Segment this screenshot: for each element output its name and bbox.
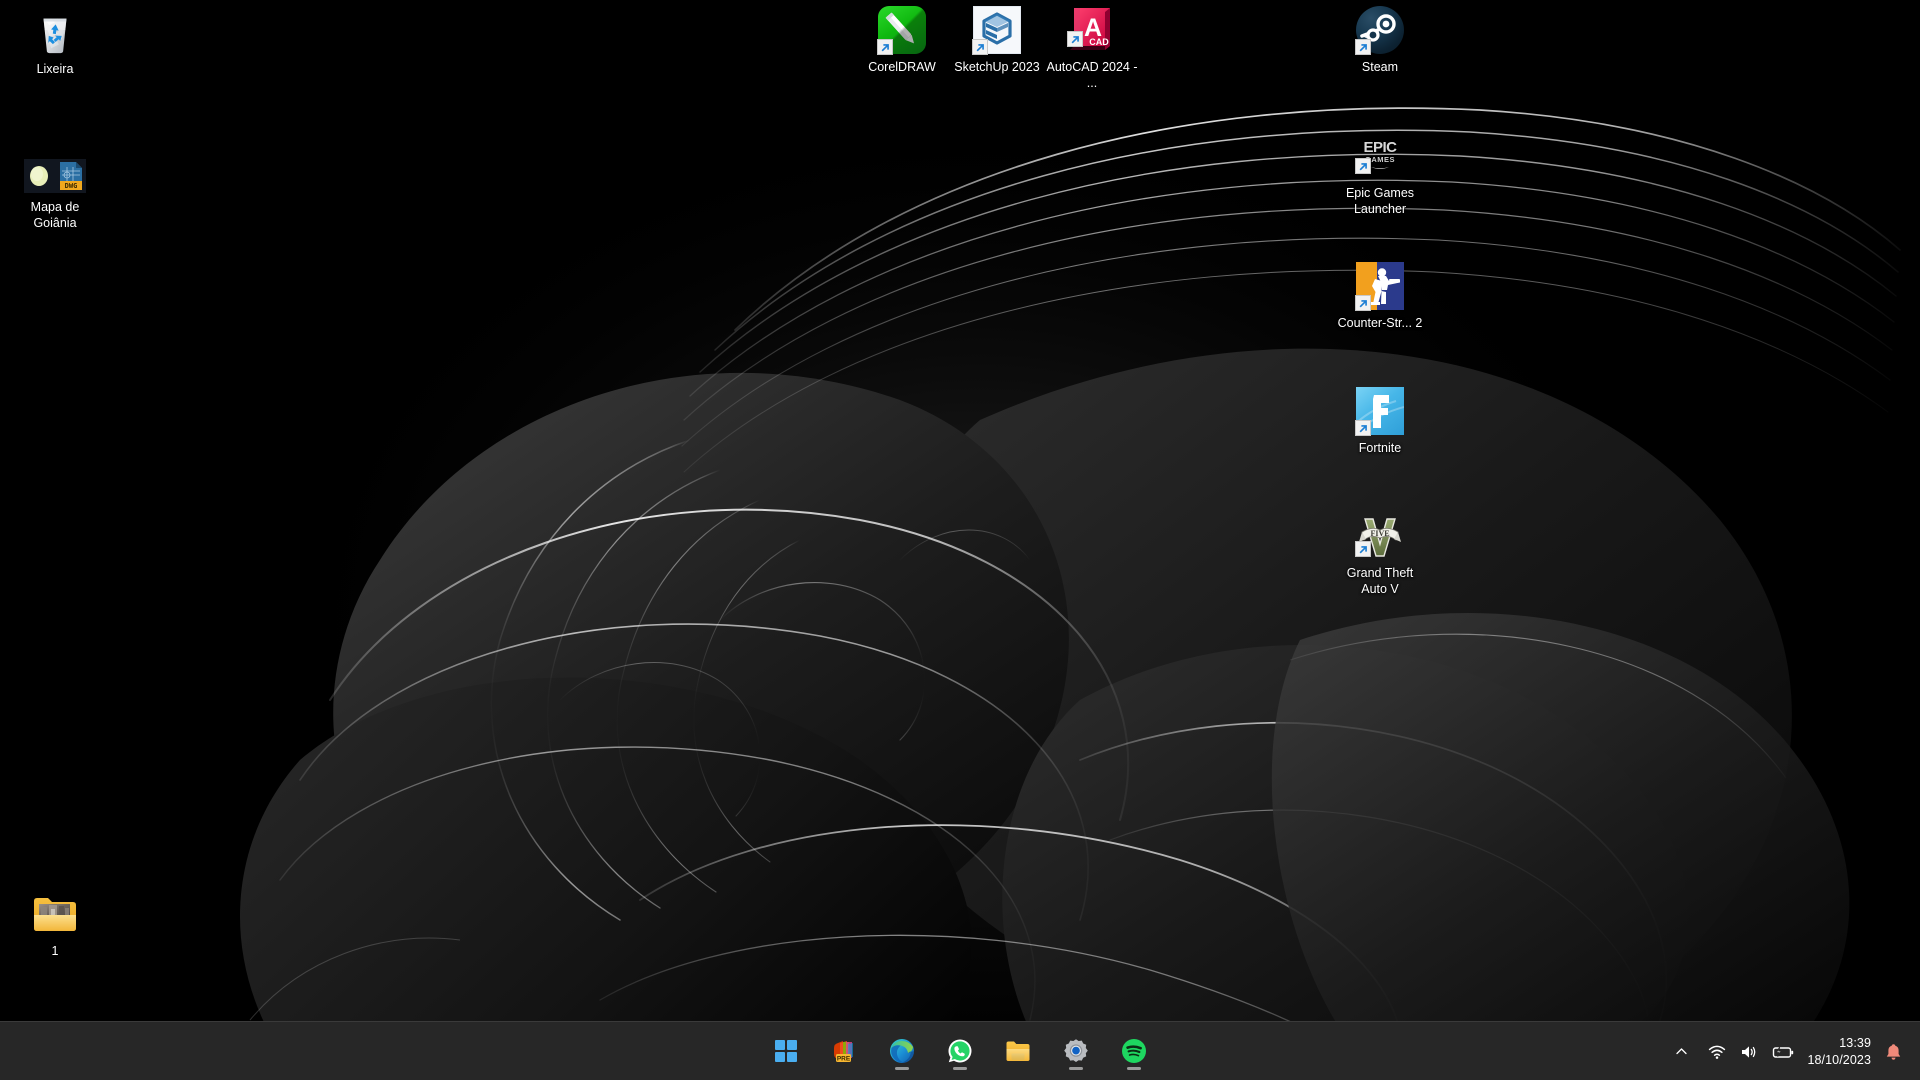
coreldraw-icon: [877, 6, 926, 55]
desktop-icon-recycle-bin[interactable]: Lixeira: [8, 8, 102, 77]
desktop-icon-label: Mapa de Goiânia: [30, 200, 80, 230]
tray-notifications-button[interactable]: [1881, 1030, 1912, 1074]
desktop-icon-label: AutoCAD 2024 - ...: [1046, 60, 1138, 90]
autocad-icon: A CAD: [1067, 6, 1116, 54]
desktop-icon-autocad-2024[interactable]: A CAD AutoCAD 2024 - ...: [1045, 6, 1139, 91]
taskbar-settings-button[interactable]: [1054, 1029, 1098, 1073]
shortcut-overlay-icon: [972, 39, 988, 55]
desktop-icon-label: Epic Games Launcher: [1345, 186, 1415, 216]
microsoft365-badge-label: PRE: [837, 1055, 851, 1062]
desktop-icon-label: Steam: [1361, 60, 1399, 74]
whatsapp-icon: [947, 1038, 973, 1064]
taskbar-spotify-button[interactable]: [1112, 1029, 1156, 1073]
desktop-wallpaper: [0, 0, 1920, 1080]
tray-volume-button[interactable]: [1733, 1030, 1765, 1074]
recycle-bin-icon: [31, 8, 79, 56]
wifi-icon: [1708, 1044, 1726, 1060]
spotify-icon: [1121, 1038, 1147, 1064]
fortnite-icon: [1355, 387, 1404, 436]
system-tray: 13:39 18/10/2023: [1667, 1022, 1920, 1080]
microsoft-edge-icon: [889, 1038, 915, 1064]
taskbar-running-indicator: [895, 1066, 909, 1070]
clock-time: 13:39: [1839, 1035, 1871, 1050]
desktop-icon-folder-1[interactable]: 1: [8, 890, 102, 959]
svg-text:EPIC: EPIC: [1363, 139, 1397, 156]
desktop-icon-epic-games[interactable]: EPIC GAMES Epic Games Launcher: [1333, 132, 1427, 217]
svg-text:DWG: DWG: [65, 182, 78, 190]
desktop-icon-fortnite[interactable]: Fortnite: [1333, 387, 1427, 456]
taskbar-file-explorer-button[interactable]: [996, 1029, 1040, 1073]
taskbar-running-indicator: [1127, 1066, 1141, 1070]
autocad-dwg-file-icon: DWG: [24, 158, 86, 194]
shortcut-overlay-icon: [1355, 420, 1371, 436]
volume-icon: [1740, 1044, 1758, 1060]
taskbar-microsoft365-button[interactable]: PRE: [822, 1029, 866, 1073]
notification-bell-icon: [1885, 1043, 1902, 1061]
desktop-icon-label: SketchUp 2023: [954, 60, 1040, 74]
desktop-icon-label: Lixeira: [36, 62, 74, 76]
shortcut-overlay-icon: [1355, 39, 1371, 55]
steam-icon: [1355, 6, 1404, 55]
desktop-icon-sketchup-2023[interactable]: SketchUp 2023: [950, 6, 1044, 75]
file-explorer-icon: [1005, 1038, 1031, 1064]
taskbar-clock[interactable]: 13:39 18/10/2023: [1801, 1030, 1881, 1074]
desktop-icon-counter-strike-2[interactable]: Counter-Str... 2: [1333, 262, 1427, 331]
shortcut-overlay-icon: [1355, 541, 1371, 557]
desktop-icon-steam[interactable]: Steam: [1333, 6, 1427, 75]
epic-games-icon: EPIC GAMES: [1355, 132, 1404, 180]
taskbar-running-indicator: [1069, 1066, 1083, 1070]
shortcut-overlay-icon: [1355, 295, 1371, 311]
tray-battery-button[interactable]: [1765, 1030, 1801, 1074]
desktop-icon-label: 1: [51, 944, 59, 958]
desktop-icon-coreldraw[interactable]: CorelDRAW: [855, 6, 949, 75]
battery-charging-icon: [1772, 1044, 1794, 1060]
taskbar-running-indicator: [953, 1066, 967, 1070]
shortcut-overlay-icon: [1355, 158, 1371, 174]
svg-text:FIVE: FIVE: [1370, 529, 1389, 538]
taskbar-start-button[interactable]: [764, 1029, 808, 1073]
gta-v-icon: FIVE: [1355, 512, 1404, 560]
shortcut-overlay-icon: [877, 39, 893, 55]
taskbar[interactable]: PRE 13:39 18/10/2023: [0, 1021, 1920, 1080]
sketchup-icon: [972, 6, 1021, 55]
tray-network-button[interactable]: [1696, 1030, 1733, 1074]
clock-date: 18/10/2023: [1807, 1052, 1871, 1067]
desktop-icon-label: Fortnite: [1358, 441, 1402, 455]
counter-strike-2-icon: [1355, 262, 1404, 311]
taskbar-center-group: PRE: [764, 1022, 1156, 1080]
desktop-icon-label: CorelDRAW: [868, 60, 936, 74]
taskbar-whatsapp-button[interactable]: [938, 1029, 982, 1073]
windows-start-icon: [773, 1038, 799, 1064]
desktop[interactable]: Lixeira DWG Mapa de Goiânia 1 CorelDRAW …: [0, 0, 1920, 1080]
desktop-icon-mapa-goiania[interactable]: DWG Mapa de Goiânia: [8, 158, 102, 231]
folder-icon: [31, 890, 79, 938]
desktop-icon-label: Counter-Str... 2: [1337, 316, 1423, 330]
svg-text:CAD: CAD: [1089, 37, 1109, 47]
microsoft-365-icon: PRE: [831, 1038, 857, 1064]
settings-gear-icon: [1063, 1038, 1089, 1064]
shortcut-overlay-icon: [1067, 31, 1083, 47]
chevron-up-icon: [1674, 1044, 1689, 1059]
taskbar-edge-button[interactable]: [880, 1029, 924, 1073]
tray-overflow-button[interactable]: [1667, 1030, 1696, 1074]
desktop-icon-label: Grand Theft Auto V: [1346, 566, 1414, 596]
desktop-icon-gta-v[interactable]: FIVE Grand Theft Auto V: [1333, 512, 1427, 597]
